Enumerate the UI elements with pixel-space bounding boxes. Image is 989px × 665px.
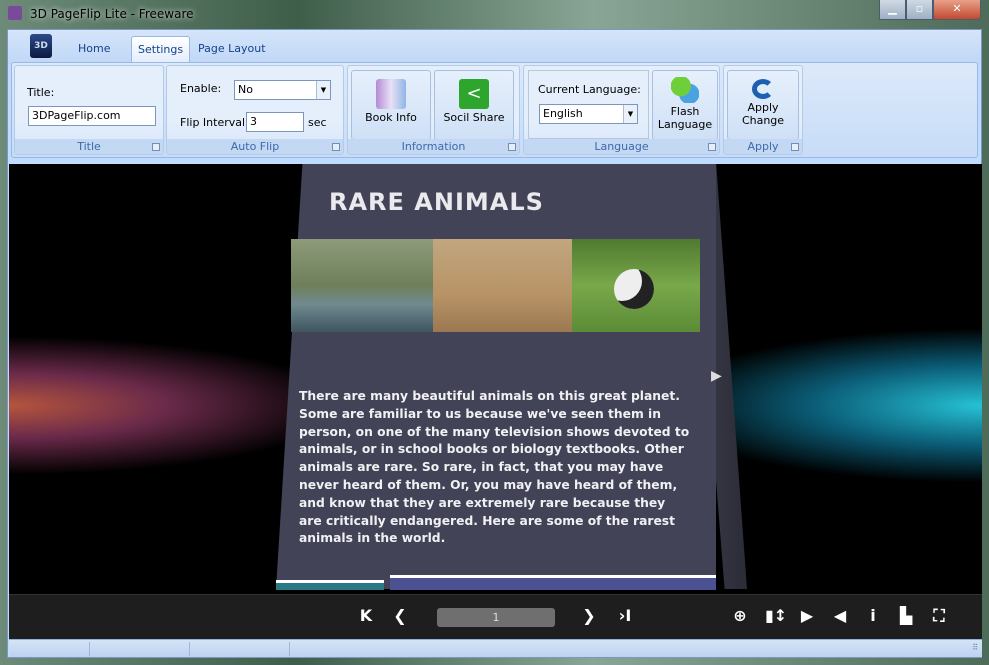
dialog-launcher-icon[interactable] [152,143,160,151]
panda-shape [614,269,654,309]
chevron-down-icon: ▼ [316,81,330,99]
title-bar: 3D PageFlip Lite - Freeware ▁ ▫ ✕ [0,0,989,30]
group-apply: Apply Change Apply [723,65,803,155]
previous-page-button[interactable]: ❮ [390,606,410,626]
book-info-icon [376,79,406,109]
book-info-label: Book Info [365,111,417,124]
page-footer-strip [276,580,384,590]
tab-settings[interactable]: Settings [131,36,191,62]
page-title: RARE ANIMALS [329,188,544,216]
ribbon-tabs: 3D Home Settings Page Layout [8,30,981,64]
dialog-launcher-icon[interactable] [332,143,340,151]
refresh-arrow-icon [752,79,774,99]
last-page-button[interactable]: ›I [615,606,635,626]
group-language: Current Language: English ▼ Flash Languag… [523,65,720,155]
info-icon[interactable]: i [863,606,883,626]
apply-label-2: Change [741,114,785,127]
page-mode-icon[interactable]: ▮↕ [765,606,787,626]
print-icon[interactable]: ▙ [896,606,916,626]
status-divider [189,642,190,656]
book-info-button[interactable]: Book Info [351,70,431,140]
background-glow-right [702,224,982,554]
status-bar: ⠿ [9,639,982,657]
close-button[interactable]: ✕ [933,0,981,20]
next-page-arrow-icon[interactable]: ▶ [711,368,722,384]
app-menu-button[interactable]: 3D [30,34,52,58]
photo-antelope [433,239,572,332]
status-divider [89,642,90,656]
tab-home[interactable]: Home [72,36,116,62]
chat-bubbles-icon [671,77,699,103]
group-title: Title: 3DPageFlip.com Title [14,65,164,155]
minimize-button[interactable]: ▁ [879,0,906,20]
language-value: English [543,107,583,120]
title-label: Title: [27,86,55,99]
dialog-launcher-icon[interactable] [708,143,716,151]
resize-grip-icon[interactable]: ⠿ [972,643,978,652]
zoom-in-icon[interactable]: ⊕ [730,606,750,626]
background-glow-left [9,224,309,554]
app-client: 3D Home Settings Page Layout Title: 3DPa… [7,29,982,658]
group-label: Title [15,139,163,154]
next-page-button[interactable]: ❯ [579,606,599,626]
navigation-toolbar: K ❮ 1 ❯ ›I ⊕ ▮↕ ▶ ◀ i ▙ ⛶ [9,594,982,639]
page-number-input[interactable]: 1 [437,608,555,627]
chevron-down-icon: ▼ [623,105,637,123]
app-icon [8,6,22,20]
window-title: 3D PageFlip Lite - Freeware [30,7,194,21]
flash-language-label-2: Language [657,118,713,131]
group-label: Information [348,139,519,154]
page-body-text: There are many beautiful animals on this… [299,389,690,546]
fullscreen-icon[interactable]: ⛶ [929,606,949,626]
apply-change-button[interactable]: Apply Change [727,70,799,140]
photo-birds [291,239,433,332]
ribbon-panel: Title: 3DPageFlip.com Title Enable: No ▼ … [11,62,978,158]
social-share-button[interactable]: < Socil Share [434,70,514,140]
enable-label: Enable: [180,82,222,95]
language-dropdown[interactable]: English ▼ [539,104,638,124]
flash-language-button[interactable]: Flash Language [652,70,718,140]
enable-value: No [238,83,253,96]
interval-unit: sec [308,116,327,129]
current-language-label: Current Language: [538,83,641,96]
book-viewer[interactable]: RARE ANIMALS There are many beautiful an… [9,164,982,594]
flip-interval-input[interactable]: 3 [246,112,304,132]
social-share-label: Socil Share [443,111,505,124]
apply-label-1: Apply [747,101,779,114]
autoplay-icon[interactable]: ▶ [797,606,817,626]
group-label: Language [524,139,719,154]
flip-interval-label: Flip Interval: [180,116,249,129]
group-auto-flip: Enable: No ▼ Flip Interval: 3 sec Auto Fl… [166,65,344,155]
group-label: Auto Flip [167,139,343,154]
tab-page-layout[interactable]: Page Layout [192,36,272,62]
flash-language-label-1: Flash [670,105,700,118]
enable-dropdown[interactable]: No ▼ [234,80,331,100]
title-input[interactable]: 3DPageFlip.com [28,106,156,126]
dialog-launcher-icon[interactable] [508,143,516,151]
page-footer-strip [390,575,716,590]
sound-icon[interactable]: ◀ [830,606,850,626]
status-divider [289,642,290,656]
dialog-launcher-icon[interactable] [791,143,799,151]
group-information: Book Info < Socil Share Information [347,65,520,155]
maximize-button[interactable]: ▫ [906,0,933,20]
first-page-button[interactable]: K [356,606,376,626]
share-icon: < [459,79,489,109]
